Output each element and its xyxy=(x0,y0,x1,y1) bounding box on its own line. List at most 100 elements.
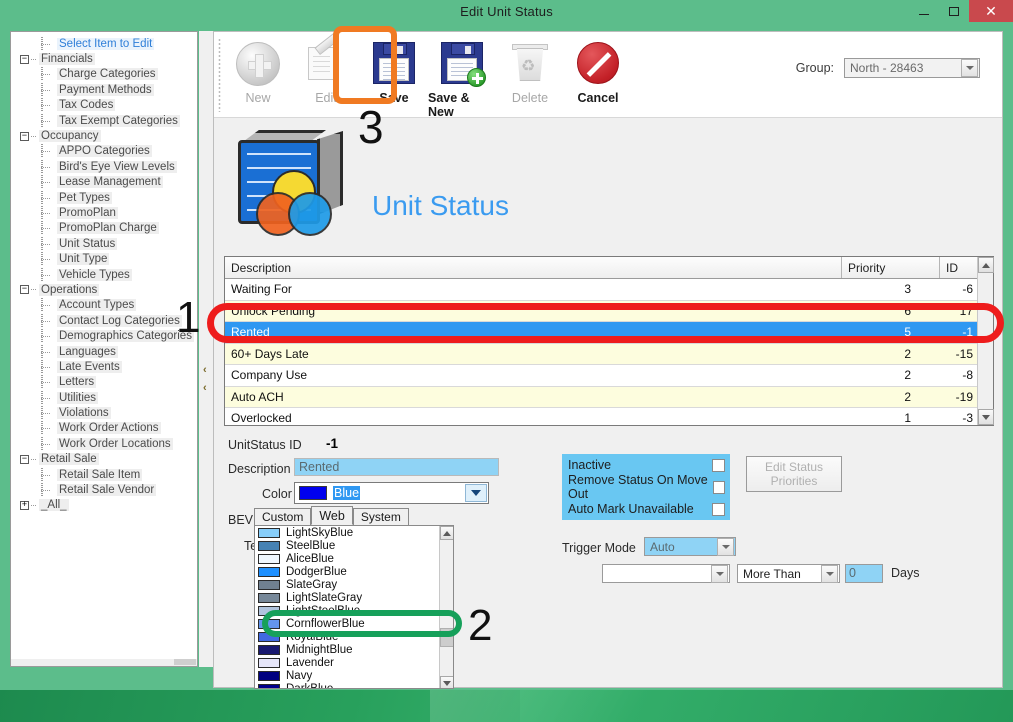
maximize-button[interactable] xyxy=(939,0,969,22)
sidebar-item-payment-methods[interactable]: Payment Methods xyxy=(15,82,195,97)
grid-column-id[interactable]: ID xyxy=(940,257,978,278)
color-dropdown[interactable]: Blue xyxy=(294,482,489,504)
collapse-left-arrow-icon[interactable]: ‹ xyxy=(203,364,207,376)
tab-custom[interactable]: Custom xyxy=(254,508,312,525)
collapse-icon[interactable]: − xyxy=(20,131,29,141)
color-list-item[interactable]: Navy xyxy=(255,669,453,682)
sidebar-item-utilities[interactable]: Utilities xyxy=(15,390,195,405)
scroll-up-arrow-icon[interactable] xyxy=(440,526,453,540)
sidebar-item-work-order-actions[interactable]: Work Order Actions xyxy=(15,421,195,436)
sidebar-item-vehicle-types[interactable]: Vehicle Types xyxy=(15,267,195,282)
sidebar-item-contact-log-categories[interactable]: Contact Log Categories xyxy=(15,313,195,328)
trigger-mode-dropdown[interactable]: Auto xyxy=(644,537,736,556)
grid-column-description[interactable]: Description xyxy=(225,257,842,278)
table-row[interactable]: Auto ACH 2 -19 xyxy=(225,386,977,408)
sidebar-item-select-item-to-edit[interactable]: Select Item to Edit xyxy=(15,36,195,51)
checkbox-row[interactable]: Auto Mark Unavailable xyxy=(562,498,730,520)
condition-dropdown[interactable] xyxy=(602,564,730,583)
group-dropdown[interactable]: North - 28463 xyxy=(844,58,980,78)
sidebar-item-late-events[interactable]: Late Events xyxy=(15,359,195,374)
color-list-scrollbar[interactable] xyxy=(439,526,453,688)
scroll-down-arrow-icon[interactable] xyxy=(978,409,994,425)
sidebar-item-operations[interactable]: − Operations xyxy=(15,282,195,297)
close-button[interactable]: ✕ xyxy=(969,0,1013,22)
sidebar-item-retail-sale-item[interactable]: Retail Sale Item xyxy=(15,467,195,482)
comparison-dropdown[interactable]: More Than xyxy=(737,564,840,583)
days-input[interactable]: 0 xyxy=(845,564,883,583)
description-input[interactable]: Rented xyxy=(294,458,499,476)
checkbox-input[interactable] xyxy=(712,458,725,472)
color-list-item[interactable]: DarkBlue xyxy=(255,682,453,688)
navigation-tree-panel[interactable]: Select Item to Edit − Financials Charge Cat… xyxy=(10,31,198,667)
color-list-item[interactable]: MidnightBlue xyxy=(255,643,453,656)
color-list-item[interactable]: Lavender xyxy=(255,656,453,669)
sidebar-item-financials[interactable]: − Financials xyxy=(15,51,195,66)
scroll-up-arrow-icon[interactable] xyxy=(978,257,994,273)
sidebar-item-work-order-locations[interactable]: Work Order Locations xyxy=(15,436,195,451)
sidebar-item-retail-sale-vendor[interactable]: Retail Sale Vendor xyxy=(15,482,195,498)
annotation-highlight-rented-row xyxy=(207,303,1004,343)
sidebar-item-violations[interactable]: Violations xyxy=(15,405,195,421)
expand-icon[interactable]: + xyxy=(20,500,29,510)
sidebar-item-label: Violations xyxy=(57,407,111,420)
grid-column-priority[interactable]: Priority xyxy=(842,257,940,278)
table-row[interactable]: Waiting For 3 -6 xyxy=(225,279,977,301)
chevron-down-icon[interactable] xyxy=(465,484,487,502)
sidebar-item-bird-s-eye-view-levels[interactable]: Bird's Eye View Levels xyxy=(15,159,195,174)
table-row[interactable]: Company Use 2 -8 xyxy=(225,365,977,387)
tree-horizontal-scrollbar[interactable] xyxy=(10,659,198,667)
sidebar-item-promoplan[interactable]: PromoPlan xyxy=(15,205,195,220)
panel-splitter[interactable]: ‹ ‹ xyxy=(199,31,213,667)
checkbox-row[interactable]: Remove Status On Move Out xyxy=(562,473,730,501)
chevron-down-icon[interactable] xyxy=(711,564,728,583)
collapse-icon[interactable]: − xyxy=(20,454,29,464)
tree-scrollbar-thumb[interactable] xyxy=(174,659,196,665)
sidebar-item-tax-codes[interactable]: Tax Codes xyxy=(15,98,195,113)
chevron-down-icon[interactable] xyxy=(717,537,734,556)
sidebar-item-lease-management[interactable]: Lease Management xyxy=(15,175,195,190)
toolbar-grip[interactable] xyxy=(218,38,221,112)
delete-button[interactable]: ♻ Delete xyxy=(496,36,564,119)
checkbox-input[interactable] xyxy=(712,502,725,516)
color-list-item[interactable]: SlateGray xyxy=(255,578,453,591)
save-and-new-button[interactable]: Save & New xyxy=(428,36,496,119)
color-list-item[interactable]: AliceBlue xyxy=(255,552,453,565)
collapse-left-arrow-icon-2[interactable]: ‹ xyxy=(203,382,207,394)
sidebar-item-pet-types[interactable]: Pet Types xyxy=(15,190,195,205)
sidebar-item-languages[interactable]: Languages xyxy=(15,344,195,359)
sidebar-item-label: Operations xyxy=(39,283,100,296)
tab-system[interactable]: System xyxy=(352,508,409,525)
collapse-icon[interactable]: − xyxy=(20,285,29,295)
sidebar-item-tax-exempt-categories[interactable]: Tax Exempt Categories xyxy=(15,113,195,128)
collapse-icon[interactable]: − xyxy=(20,54,29,64)
sidebar-item-letters[interactable]: Letters xyxy=(15,375,195,390)
tab-web[interactable]: Web xyxy=(311,506,353,525)
chevron-down-icon[interactable] xyxy=(961,59,978,77)
color-list-item[interactable]: SteelBlue xyxy=(255,539,453,552)
sidebar-item-demographics-categories[interactable]: Demographics Categories xyxy=(15,328,195,344)
color-picker-popup[interactable]: Custom Web System LightSkyBlue SteelBlue Ali… xyxy=(254,506,454,689)
new-button[interactable]: New xyxy=(224,36,292,119)
color-list-item[interactable]: LightSlateGray xyxy=(255,591,453,604)
chevron-down-icon[interactable] xyxy=(821,564,838,583)
cancel-button[interactable]: Cancel xyxy=(564,36,632,119)
table-row[interactable]: Overlocked 1 -3 xyxy=(225,408,977,425)
checkbox-input[interactable] xyxy=(713,480,725,494)
sidebar-item-promoplan-charge[interactable]: PromoPlan Charge xyxy=(15,221,195,236)
color-list[interactable]: LightSkyBlue SteelBlue AliceBlue DodgerBlue… xyxy=(254,525,454,689)
sidebar-item-appo-categories[interactable]: APPO Categories xyxy=(15,144,195,159)
sidebar-item-all[interactable]: + _All_ xyxy=(15,498,195,513)
color-list-item[interactable]: DodgerBlue xyxy=(255,565,453,578)
sidebar-item-unit-status[interactable]: Unit Status xyxy=(15,236,195,251)
sidebar-item-account-types[interactable]: Account Types xyxy=(15,298,195,313)
table-row[interactable]: 60+ Days Late 2 -15 xyxy=(225,343,977,365)
sidebar-item-unit-type[interactable]: Unit Type xyxy=(15,251,195,267)
sidebar-item-retail-sale[interactable]: − Retail Sale xyxy=(15,452,195,467)
sidebar-item-charge-categories[interactable]: Charge Categories xyxy=(15,67,195,82)
color-swatch-icon xyxy=(258,527,280,538)
color-list-item[interactable]: LightSkyBlue xyxy=(255,526,453,539)
sidebar-item-occupancy[interactable]: − Occupancy xyxy=(15,128,195,143)
minimize-button[interactable] xyxy=(909,0,939,22)
edit-status-priorities-button[interactable]: Edit Status Priorities xyxy=(746,456,842,492)
scroll-down-arrow-icon[interactable] xyxy=(440,676,453,688)
